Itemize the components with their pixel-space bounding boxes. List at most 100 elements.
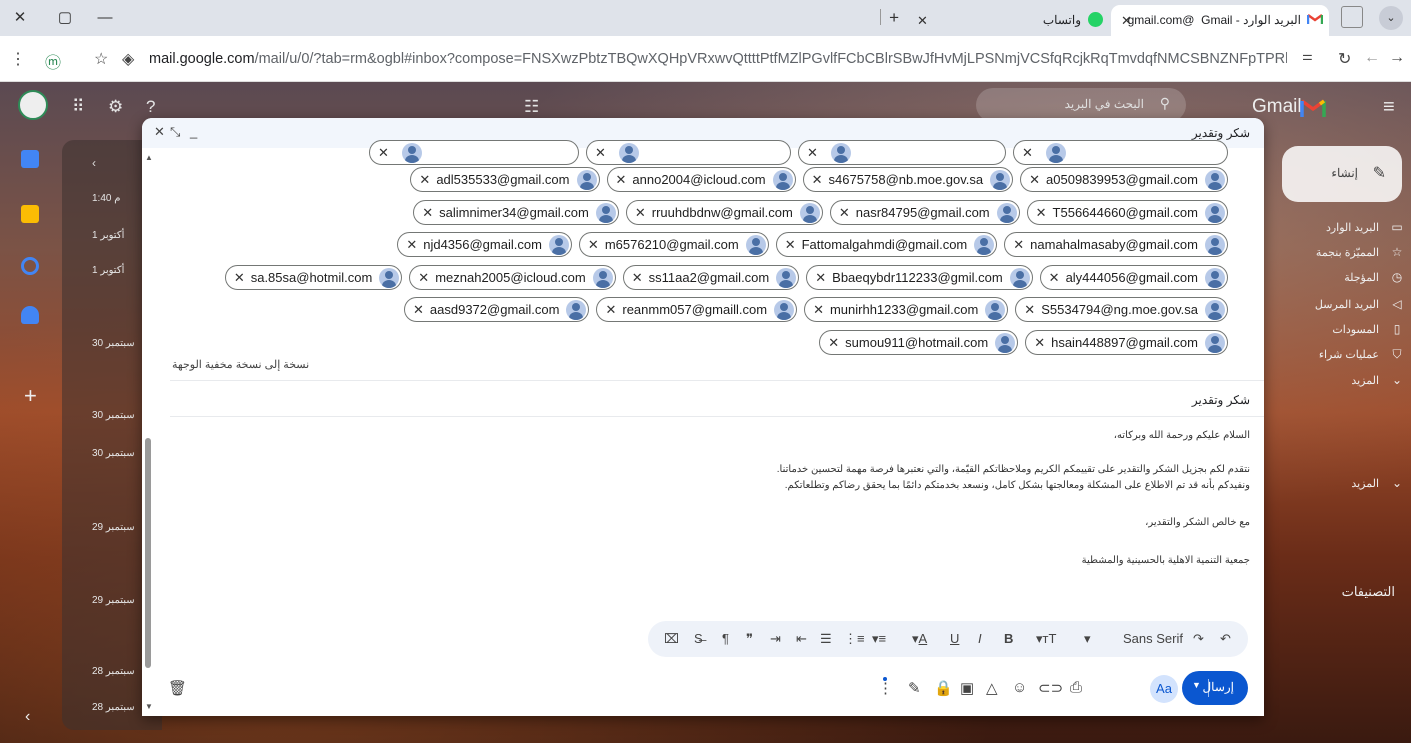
collapse-panel-icon[interactable]: ‹ xyxy=(25,708,30,726)
settings-gear-icon[interactable]: ⚙ xyxy=(108,97,123,117)
text-color-icon[interactable]: ▾A xyxy=(912,631,927,647)
remove-recipient-icon[interactable]: ✕ xyxy=(828,335,839,351)
recipient-chip[interactable]: ✕ munirhh1233@gmail.com xyxy=(804,297,1009,322)
sidebar-item-inbox[interactable]: ▭ البريد الوارد xyxy=(1326,220,1405,240)
quote-icon[interactable]: ❞ xyxy=(746,631,753,647)
scroll-down-icon[interactable]: ▼ xyxy=(145,702,153,711)
search-bar[interactable]: ⚲ البحث في البريد xyxy=(976,88,1186,122)
recipient-chip[interactable]: ✕ nasr84795@gmail.com xyxy=(829,200,1020,225)
recipient-chip[interactable]: ✕ aasd9372@gmail.com xyxy=(404,297,590,322)
recipient-chip[interactable]: ✕ anno2004@icloud.com xyxy=(606,167,796,192)
recipient-chip[interactable]: ✕ Fattomalgahmdi@gmail.com xyxy=(775,232,998,257)
close-window-icon[interactable]: ✕ xyxy=(10,8,30,28)
forward-icon[interactable]: ← xyxy=(1364,49,1380,67)
minimize-compose-icon[interactable]: _ xyxy=(190,124,197,139)
remove-recipient-icon[interactable]: ✕ xyxy=(785,237,796,253)
remove-recipient-icon[interactable]: ✕ xyxy=(413,302,424,318)
formatting-options-button[interactable]: Aa xyxy=(1150,675,1178,703)
numbered-list-icon[interactable]: ⋮≡ xyxy=(844,631,865,647)
calendar-icon[interactable] xyxy=(21,150,39,168)
recipient-chip[interactable]: ✕ xyxy=(1013,140,1228,165)
send-button[interactable]: ▼ إرسال xyxy=(1182,671,1248,705)
strikethrough-icon[interactable]: S̶ xyxy=(694,631,703,646)
recipient-chip[interactable]: ✕ S5534794@ng.moe.gov.sa xyxy=(1015,297,1228,322)
tab-search-icon[interactable] xyxy=(1341,6,1363,28)
tab-whatsapp[interactable]: واتساب ✕ xyxy=(909,5,1109,36)
close-tab-icon[interactable]: ✕ xyxy=(1121,13,1132,29)
search-input[interactable]: البحث في البريد xyxy=(1065,97,1144,111)
remove-recipient-icon[interactable]: ✕ xyxy=(812,172,823,188)
reload-icon[interactable]: ↻ xyxy=(1338,49,1351,69)
remove-recipient-icon[interactable]: ✕ xyxy=(616,172,627,188)
drive-icon[interactable]: △ xyxy=(986,679,998,697)
recipient-chip[interactable]: ✕ T556644660@gmail.com xyxy=(1026,200,1228,225)
sidebar-item-more[interactable]: ⌄ المزيد xyxy=(1351,373,1405,393)
recipient-chip[interactable]: ✕ reanmm057@gmaill.com xyxy=(596,297,798,322)
help-icon[interactable]: ? xyxy=(146,97,155,117)
discard-draft-icon[interactable]: 🗑 xyxy=(168,679,187,697)
chevron-down-icon[interactable]: ⌄ xyxy=(1379,6,1403,30)
remove-recipient-icon[interactable]: ✕ xyxy=(839,205,850,221)
remove-recipient-icon[interactable]: ✕ xyxy=(605,302,616,318)
insert-link-icon[interactable]: ⊂⊃ xyxy=(1038,679,1063,697)
recipient-chip[interactable]: ✕ hsain448897@gmail.com xyxy=(1025,330,1228,355)
recipient-chip[interactable]: ✕ ss11aa2@gmail.com xyxy=(622,265,800,290)
bulleted-list-icon[interactable]: ☰ xyxy=(820,631,832,647)
labels-more[interactable]: ⌄ المزيد xyxy=(1351,476,1405,496)
filter-options-icon[interactable]: ☷ xyxy=(524,97,539,117)
recipient-chip[interactable]: ✕ meznah2005@icloud.com xyxy=(409,265,616,290)
add-addon-icon[interactable]: + xyxy=(24,383,37,409)
back-icon[interactable]: → xyxy=(1389,49,1405,67)
indent-less-icon[interactable]: ⇤ xyxy=(796,631,807,647)
recipient-chip[interactable]: ✕ a0509839953@gmail.com xyxy=(1020,167,1228,192)
remove-recipient-icon[interactable]: ✕ xyxy=(813,302,824,318)
prev-page-icon[interactable]: ‹ xyxy=(92,156,96,170)
recipient-chip[interactable]: ✕ adl535533@gmail.com xyxy=(410,167,600,192)
recipient-chip[interactable]: ✕ m6576210@gmail.com xyxy=(578,232,769,257)
sidebar-item-purchases[interactable]: ⛉ عمليات شراء xyxy=(1319,347,1405,367)
more-options-icon[interactable]: ⋮ xyxy=(878,679,893,697)
remove-recipient-icon[interactable]: ✕ xyxy=(418,270,429,286)
emoji-icon[interactable]: ☺ xyxy=(1012,679,1027,696)
minimize-window-icon[interactable]: — xyxy=(95,8,115,28)
tasks-icon[interactable] xyxy=(21,257,39,275)
bookmark-star-icon[interactable]: ☆ xyxy=(94,49,108,69)
recipient-chip[interactable]: ✕ sumou911@hotmail.com xyxy=(819,330,1019,355)
redo-icon[interactable]: ↷ xyxy=(1193,631,1204,647)
recipient-chip[interactable]: ✕ namahalmasaby@gmail.com xyxy=(1004,232,1228,257)
signature-pen-icon[interactable]: ✎ xyxy=(908,679,921,697)
remove-recipient-icon[interactable]: ✕ xyxy=(1013,237,1024,253)
restore-window-icon[interactable]: ▢ xyxy=(55,8,75,28)
remove-recipient-icon[interactable]: ✕ xyxy=(632,270,643,286)
site-info-icon[interactable]: ◈ xyxy=(122,49,134,69)
italic-icon[interactable]: I xyxy=(978,631,982,646)
apps-grid-icon[interactable]: ⠿ xyxy=(72,97,84,117)
recipient-chip[interactable]: ✕ rruuhdbdnw@gmail.com xyxy=(625,200,823,225)
remove-recipient-icon[interactable]: ✕ xyxy=(1036,205,1047,221)
insert-photo-icon[interactable]: ▣ xyxy=(960,679,974,697)
recipient-chip[interactable]: ✕ salimnimer34@gmail.com xyxy=(413,200,619,225)
remove-recipient-icon[interactable]: ✕ xyxy=(1034,335,1045,351)
sidebar-item-snoozed[interactable]: ◷ المؤجلة xyxy=(1344,270,1405,290)
indent-more-icon[interactable]: ⇥ xyxy=(770,631,781,647)
recipient-chip[interactable]: ✕ xyxy=(369,140,579,165)
tune-icon[interactable]: ⚌ xyxy=(1302,49,1313,63)
recipient-chip[interactable]: ✕ sa.85sa@hotmil.com xyxy=(224,265,403,290)
recipient-chip[interactable]: ✕ s4675758@nb.moe.gov.sa xyxy=(802,167,1014,192)
underline-icon[interactable]: U xyxy=(950,631,959,646)
remove-recipient-icon[interactable]: ✕ xyxy=(1049,270,1060,286)
remove-recipient-icon[interactable]: ✕ xyxy=(635,205,646,221)
recipient-chip[interactable]: ✕ njd4356@gmail.com xyxy=(397,232,572,257)
cc-bcc-link[interactable]: نسخة إلى نسخة مخفية الوجهة xyxy=(172,358,309,371)
menu-dots-icon[interactable]: ⋮ xyxy=(10,49,26,69)
chevron-down-icon[interactable]: ▾ xyxy=(1084,631,1091,647)
new-tab-icon[interactable]: + xyxy=(889,8,899,28)
send-options-icon[interactable]: ▼ xyxy=(1192,680,1201,690)
recipient-chip[interactable]: ✕ xyxy=(798,140,1006,165)
compose-button[interactable]: ✎ إنشاء xyxy=(1282,146,1402,202)
remove-recipient-icon[interactable]: ✕ xyxy=(1029,172,1040,188)
sidebar-item-drafts[interactable]: ▯ المسودات xyxy=(1332,322,1405,342)
attach-file-icon[interactable]: ⎙ xyxy=(1070,679,1082,696)
close-tab-icon[interactable]: ✕ xyxy=(917,13,928,29)
remove-recipient-icon[interactable]: ✕ xyxy=(422,205,433,221)
